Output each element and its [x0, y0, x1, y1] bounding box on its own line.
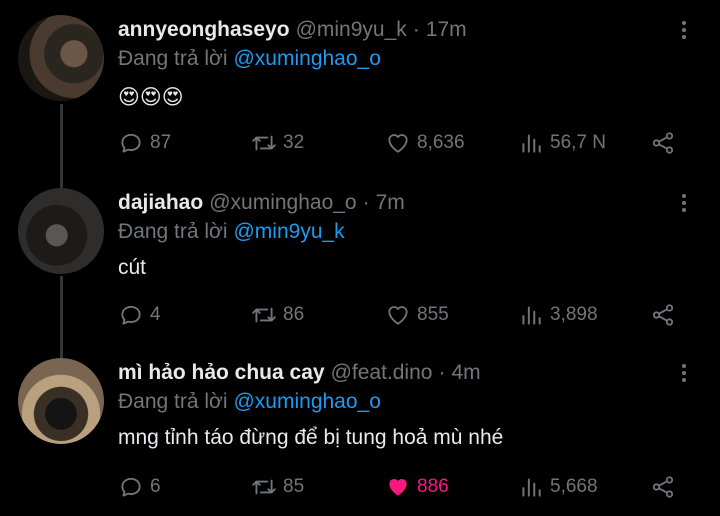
like-count: 886: [417, 476, 449, 497]
reply-icon: [121, 477, 141, 497]
retweet-count: 85: [283, 476, 305, 497]
avatar[interactable]: [18, 15, 104, 101]
like-count: 8,636: [417, 132, 465, 153]
views-icon: [522, 478, 541, 497]
reply-count: 87: [150, 132, 172, 153]
share-button[interactable]: [650, 300, 676, 330]
tweet-text: cút: [118, 256, 147, 279]
timestamp[interactable]: 4m: [451, 361, 480, 385]
reply-icon: [121, 305, 141, 325]
retweet-icon: [252, 135, 276, 151]
reply-count: 6: [150, 476, 161, 497]
tweet[interactable]: dajiahao @xuminghao_o · 7m Đang trả lời …: [0, 188, 720, 348]
like-button[interactable]: 855: [385, 300, 449, 330]
reply-prefix: Đang trả lời: [118, 47, 228, 70]
views-icon: [522, 134, 541, 153]
reply-to-mention[interactable]: @xuminghao_o: [233, 47, 380, 71]
views-button[interactable]: 3,898: [518, 300, 598, 330]
like-button[interactable]: 886: [385, 472, 449, 502]
more-icon[interactable]: [672, 360, 696, 386]
display-name[interactable]: dajiahao: [118, 191, 203, 215]
share-icon: [652, 476, 674, 498]
retweet-icon: [252, 307, 276, 323]
more-icon[interactable]: [672, 190, 696, 216]
reply-to-mention[interactable]: @min9yu_k: [233, 220, 344, 244]
retweet-count: 86: [283, 304, 305, 325]
handle[interactable]: @xuminghao_o: [209, 191, 356, 215]
share-button[interactable]: [650, 128, 676, 158]
tweet-text: 😍😍😍: [118, 86, 184, 109]
reply-prefix: Đang trả lời: [118, 220, 228, 243]
reply-count: 4: [150, 304, 161, 325]
handle[interactable]: @min9yu_k: [296, 18, 407, 42]
share-icon: [652, 304, 674, 326]
retweet-count: 32: [283, 132, 305, 153]
view-count: 56,7 N: [550, 132, 606, 153]
retweet-icon: [252, 479, 276, 495]
share-button[interactable]: [650, 472, 676, 502]
reply-button[interactable]: 87: [118, 128, 171, 158]
reply-to-mention[interactable]: @xuminghao_o: [233, 390, 380, 414]
view-count: 3,898: [550, 304, 598, 325]
avatar[interactable]: [18, 358, 104, 444]
reply-icon: [121, 133, 141, 153]
views-button[interactable]: 56,7 N: [518, 128, 606, 158]
heart-icon: [388, 134, 408, 153]
heart-filled-icon: [389, 479, 407, 496]
reply-button[interactable]: 6: [118, 472, 161, 502]
display-name[interactable]: mì hảo hảo chua cay: [118, 361, 325, 385]
separator-dot: ·: [412, 18, 420, 41]
timestamp[interactable]: 17m: [426, 18, 467, 42]
timestamp[interactable]: 7m: [376, 191, 405, 215]
tweet-text: mng tỉnh táo đừng để bị tung hoả mù nhé: [118, 426, 504, 449]
reply-prefix: Đang trả lời: [118, 390, 228, 413]
share-icon: [652, 132, 674, 154]
retweet-button[interactable]: 85: [251, 472, 304, 502]
retweet-button[interactable]: 86: [251, 300, 304, 330]
like-button[interactable]: 8,636: [385, 128, 465, 158]
reply-button[interactable]: 4: [118, 300, 161, 330]
more-icon[interactable]: [672, 17, 696, 43]
display-name[interactable]: annyeonghaseyo: [118, 18, 290, 42]
avatar[interactable]: [18, 188, 104, 274]
retweet-button[interactable]: 32: [251, 128, 304, 158]
like-count: 855: [417, 304, 449, 325]
views-icon: [522, 306, 541, 325]
tweet[interactable]: annyeonghaseyo @min9yu_k · 17m Đang trả …: [0, 15, 720, 175]
handle[interactable]: @feat.dino: [331, 361, 433, 385]
views-button[interactable]: 5,668: [518, 472, 598, 502]
tweet[interactable]: mì hảo hảo chua cay @feat.dino · 4m Đang…: [0, 358, 720, 513]
heart-icon: [388, 306, 408, 325]
separator-dot: ·: [362, 191, 370, 214]
separator-dot: ·: [438, 361, 446, 384]
view-count: 5,668: [550, 476, 598, 497]
